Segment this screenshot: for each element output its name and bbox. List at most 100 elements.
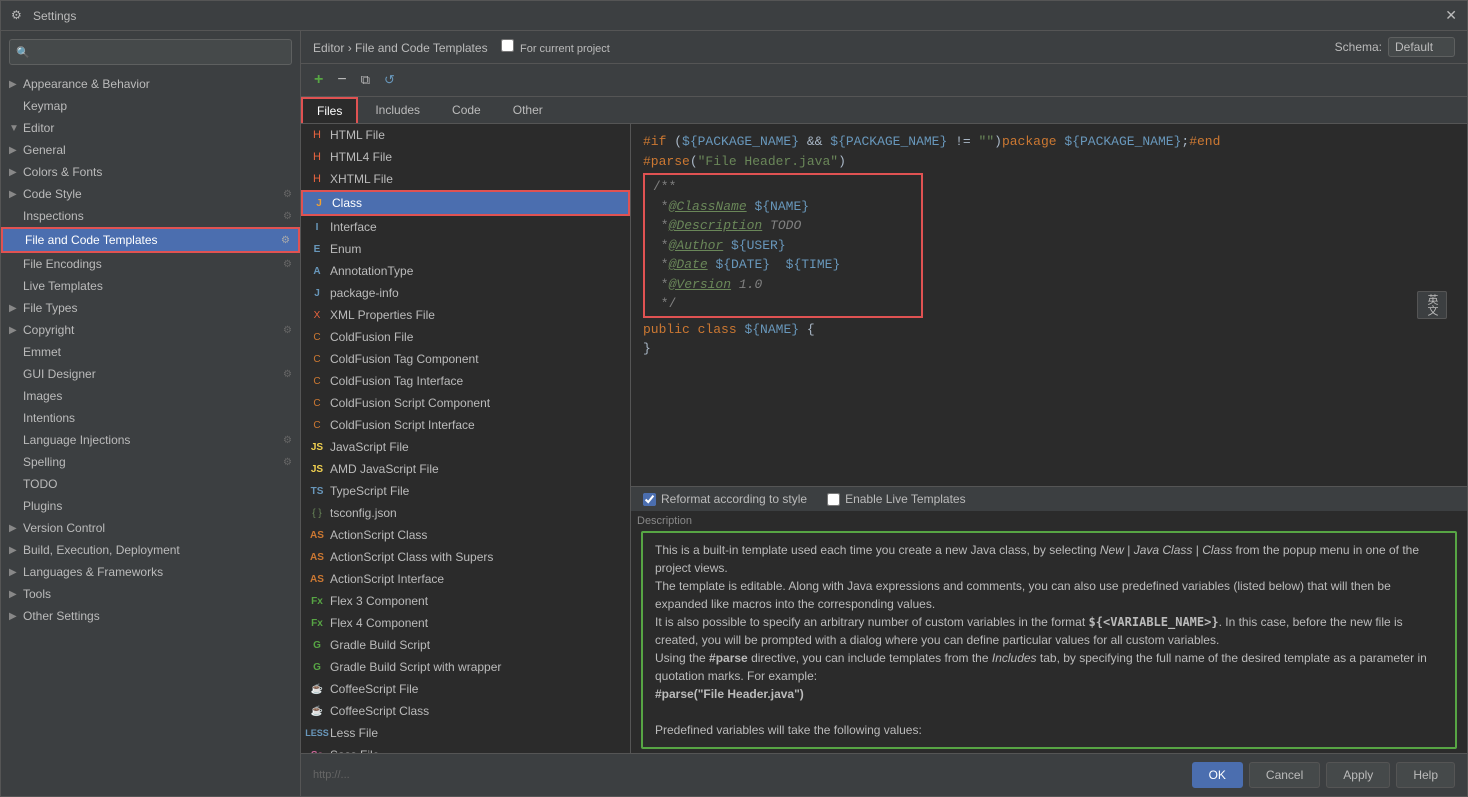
file-item-gradle-wrapper[interactable]: G Gradle Build Script with wrapper <box>301 656 630 678</box>
file-item-cf-script-comp[interactable]: C ColdFusion Script Component <box>301 392 630 414</box>
file-item-cf[interactable]: C ColdFusion File <box>301 326 630 348</box>
sidebar-item-keymap[interactable]: Keymap <box>1 95 300 117</box>
file-item-less[interactable]: LESS Less File <box>301 722 630 744</box>
sidebar-item-build[interactable]: ▶ Build, Execution, Deployment <box>1 539 300 561</box>
file-item-js[interactable]: JS JavaScript File <box>301 436 630 458</box>
sidebar-item-file-types[interactable]: ▶ File Types <box>1 297 300 319</box>
file-item-annotation[interactable]: A AnnotationType <box>301 260 630 282</box>
sidebar-item-live-templates[interactable]: Live Templates <box>1 275 300 297</box>
file-item-cf-tag-comp[interactable]: C ColdFusion Tag Component <box>301 348 630 370</box>
expand-icon: ▶ <box>9 589 21 600</box>
flex-icon: Fx <box>309 615 325 631</box>
breadcrumb-separator: › <box>348 41 355 55</box>
sidebar-item-label: Live Templates <box>23 279 103 293</box>
file-item-label: ColdFusion File <box>330 330 413 344</box>
code-highlighted-block: /** *@ClassName ${NAME} *@Description TO… <box>643 173 923 318</box>
tab-includes[interactable]: Includes <box>360 97 435 123</box>
file-item-cf-script-iface[interactable]: C ColdFusion Script Interface <box>301 414 630 436</box>
file-item-cf-tag-iface[interactable]: C ColdFusion Tag Interface <box>301 370 630 392</box>
sidebar-item-other[interactable]: ▶ Other Settings <box>1 605 300 627</box>
reformat-checkbox-label[interactable]: Reformat according to style <box>643 492 807 506</box>
file-item-coffee-class[interactable]: ☕ CoffeeScript Class <box>301 700 630 722</box>
file-item-flex3[interactable]: Fx Flex 3 Component <box>301 590 630 612</box>
file-item-html[interactable]: H HTML File <box>301 124 630 146</box>
file-item-label: Flex 4 Component <box>330 616 428 630</box>
file-item-as-iface[interactable]: AS ActionScript Interface <box>301 568 630 590</box>
settings-icon: ⚙ <box>281 235 290 246</box>
file-item-package[interactable]: J package-info <box>301 282 630 304</box>
code-line-10: public class ${NAME} { <box>643 320 1455 340</box>
file-item-tsconfig[interactable]: { } tsconfig.json <box>301 502 630 524</box>
status-url: http://... <box>313 769 1186 781</box>
add-button[interactable]: + <box>309 68 328 92</box>
cancel-button[interactable]: Cancel <box>1249 762 1320 788</box>
sidebar-item-emmet[interactable]: Emmet <box>1 341 300 363</box>
file-item-xml[interactable]: X XML Properties File <box>301 304 630 326</box>
file-item-class[interactable]: J Class <box>301 190 630 216</box>
file-item-label: Gradle Build Script with wrapper <box>330 660 501 674</box>
expand-placeholder <box>9 501 21 512</box>
file-item-html4[interactable]: H HTML4 File <box>301 146 630 168</box>
sidebar-item-label: GUI Designer <box>23 367 96 381</box>
sidebar-item-language-injections[interactable]: Language Injections ⚙ <box>1 429 300 451</box>
file-item-coffee[interactable]: ☕ CoffeeScript File <box>301 678 630 700</box>
sidebar-item-images[interactable]: Images <box>1 385 300 407</box>
live-templates-checkbox[interactable] <box>827 493 840 506</box>
sidebar-item-file-templates[interactable]: File and Code Templates ⚙ <box>1 227 300 253</box>
sidebar-item-file-encodings[interactable]: File Encodings ⚙ <box>1 253 300 275</box>
close-button[interactable]: ✕ <box>1445 7 1457 24</box>
schema-select[interactable]: Default <box>1388 37 1455 57</box>
sidebar-item-editor[interactable]: ▼ Editor <box>1 117 300 139</box>
live-templates-checkbox-label[interactable]: Enable Live Templates <box>827 492 966 506</box>
file-item-xhtml[interactable]: H XHTML File <box>301 168 630 190</box>
sidebar-item-intentions[interactable]: Intentions <box>1 407 300 429</box>
sidebar-item-spelling[interactable]: Spelling ⚙ <box>1 451 300 473</box>
reformat-checkbox[interactable] <box>643 493 656 506</box>
file-item-flex4[interactable]: Fx Flex 4 Component <box>301 612 630 634</box>
copy-button[interactable]: ⧉ <box>356 69 375 91</box>
sidebar-item-general[interactable]: ▶ General <box>1 139 300 161</box>
split-area: H HTML File H HTML4 File H XHTML File J … <box>301 124 1467 753</box>
sidebar-item-label: Languages & Frameworks <box>23 565 163 579</box>
sidebar-item-copyright[interactable]: ▶ Copyright ⚙ <box>1 319 300 341</box>
breadcrumb: Editor › File and Code Templates For cur… <box>313 39 610 55</box>
file-item-as[interactable]: AS ActionScript Class <box>301 524 630 546</box>
sidebar-item-inspections[interactable]: Inspections ⚙ <box>1 205 300 227</box>
sidebar-item-code-style[interactable]: ▶ Code Style ⚙ <box>1 183 300 205</box>
ok-button[interactable]: OK <box>1192 762 1243 788</box>
for-current-project-checkbox[interactable] <box>501 39 514 52</box>
code-editor[interactable]: #if (${PACKAGE_NAME} && ${PACKAGE_NAME} … <box>631 124 1467 486</box>
search-box[interactable]: 🔍 <box>9 39 292 65</box>
expand-icon: ▶ <box>9 545 21 556</box>
sidebar-item-version-control[interactable]: ▶ Version Control <box>1 517 300 539</box>
sidebar-item-tools[interactable]: ▶ Tools <box>1 583 300 605</box>
file-item-sass[interactable]: Ss Sass File <box>301 744 630 753</box>
java-icon: A <box>309 263 325 279</box>
search-input[interactable] <box>34 45 285 59</box>
file-item-as-super[interactable]: AS ActionScript Class with Supers <box>301 546 630 568</box>
expand-icon: ▶ <box>9 167 21 178</box>
sidebar-item-appearance[interactable]: ▶ Appearance & Behavior <box>1 73 300 95</box>
reset-button[interactable]: ↺ <box>379 69 400 91</box>
file-item-interface[interactable]: I Interface <box>301 216 630 238</box>
code-line-3: /** <box>653 177 913 197</box>
file-item-label: Gradle Build Script <box>330 638 430 652</box>
expand-icon: ▶ <box>9 145 21 156</box>
sidebar-item-colors-fonts[interactable]: ▶ Colors & Fonts <box>1 161 300 183</box>
file-item-ts[interactable]: TS TypeScript File <box>301 480 630 502</box>
sidebar-item-languages[interactable]: ▶ Languages & Frameworks <box>1 561 300 583</box>
sidebar-item-todo[interactable]: TODO <box>1 473 300 495</box>
sidebar-item-gui-designer[interactable]: GUI Designer ⚙ <box>1 363 300 385</box>
expand-placeholder <box>9 479 21 490</box>
tab-files[interactable]: Files <box>301 97 358 123</box>
file-item-gradle[interactable]: G Gradle Build Script <box>301 634 630 656</box>
remove-button[interactable]: − <box>332 68 351 92</box>
file-item-enum[interactable]: E Enum <box>301 238 630 260</box>
settings-icon: ⚙ <box>283 457 292 468</box>
tab-code[interactable]: Code <box>437 97 496 123</box>
tab-other[interactable]: Other <box>498 97 558 123</box>
help-button[interactable]: Help <box>1396 762 1455 788</box>
apply-button[interactable]: Apply <box>1326 762 1390 788</box>
file-item-amd-js[interactable]: JS AMD JavaScript File <box>301 458 630 480</box>
sidebar-item-plugins[interactable]: Plugins <box>1 495 300 517</box>
